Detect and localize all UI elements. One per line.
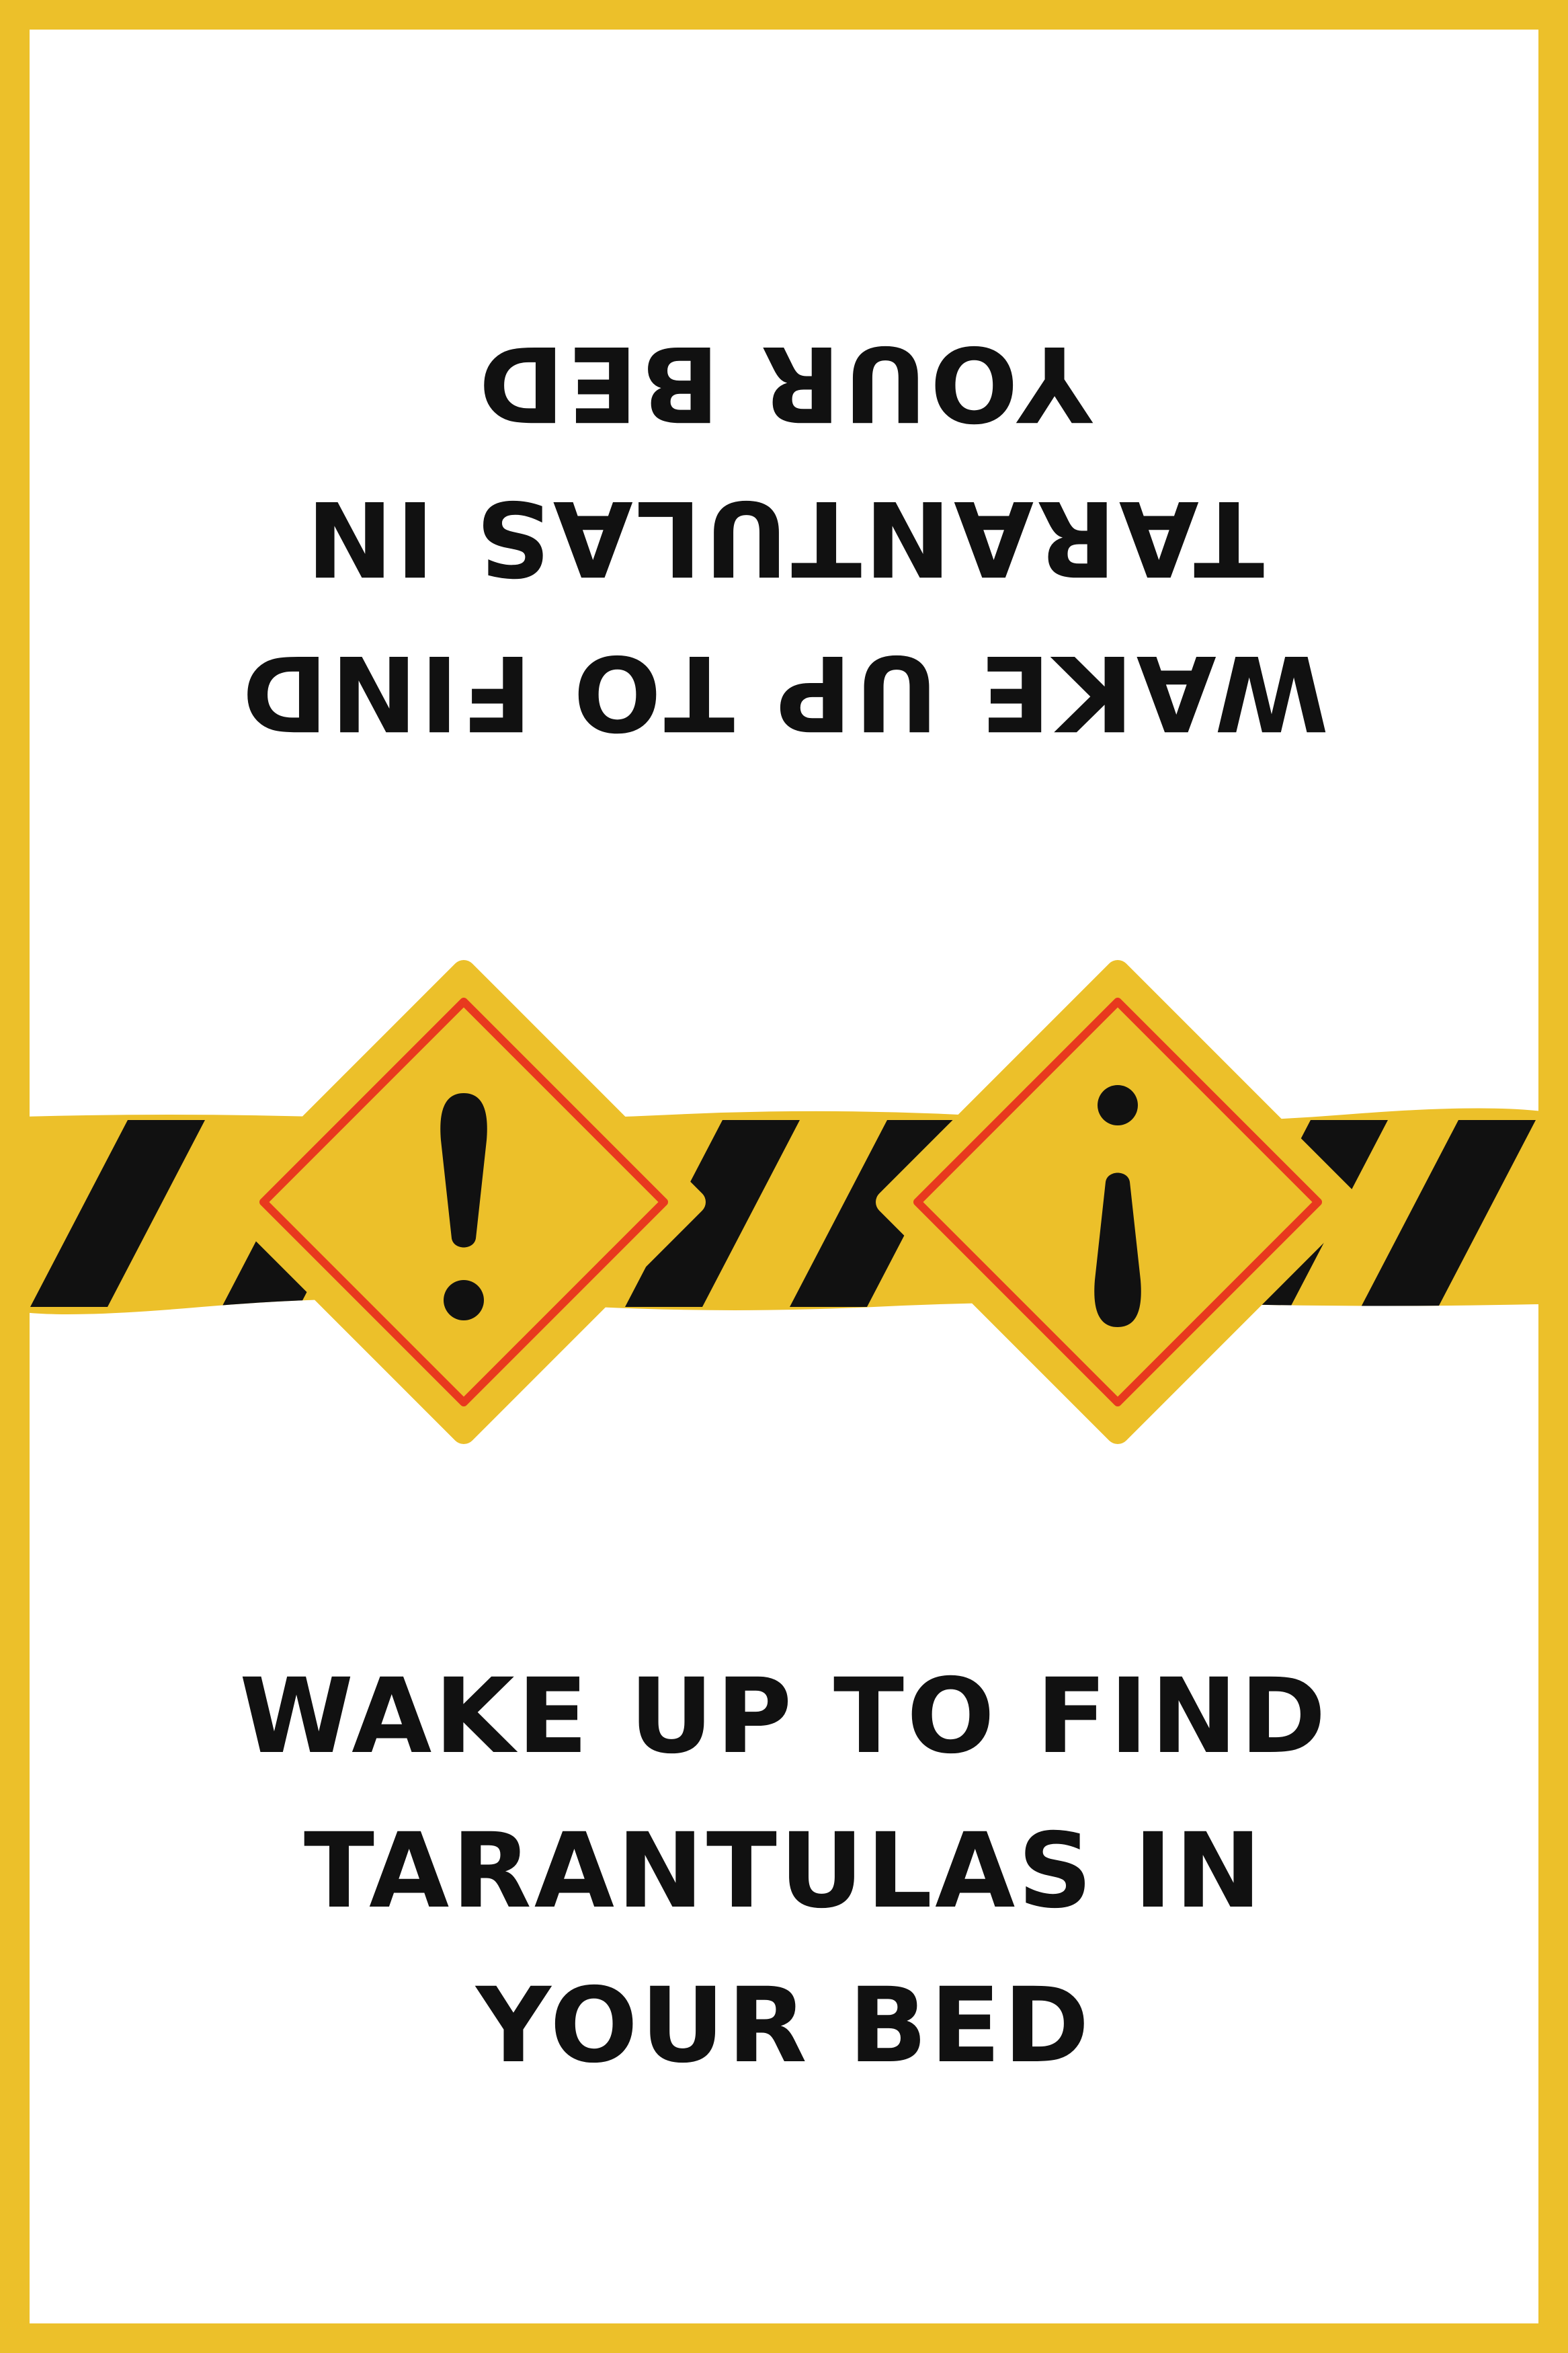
warning-sign-right [876, 960, 1360, 1444]
message-line: TARANTULAS IN [303, 1811, 1265, 1931]
upside-down-message: WAKE UP TO FIND TARANTULAS IN YOUR BED [30, 305, 1538, 769]
message-line: WAKE UP TO FIND [239, 632, 1329, 752]
warning-sign-left [222, 960, 706, 1444]
message-line: WAKE UP TO FIND [239, 1657, 1329, 1777]
message-line: YOUR BED [476, 1966, 1092, 2086]
message-line: TARANTULAS IN [303, 477, 1265, 598]
poster: WAKE UP TO FIND TARANTULAS IN YOUR BED W… [0, 0, 1568, 2353]
message-line: YOUR BED [476, 323, 1092, 443]
caution-tape-graphic [30, 960, 1538, 1444]
message: WAKE UP TO FIND TARANTULAS IN YOUR BED [30, 1640, 1538, 2104]
